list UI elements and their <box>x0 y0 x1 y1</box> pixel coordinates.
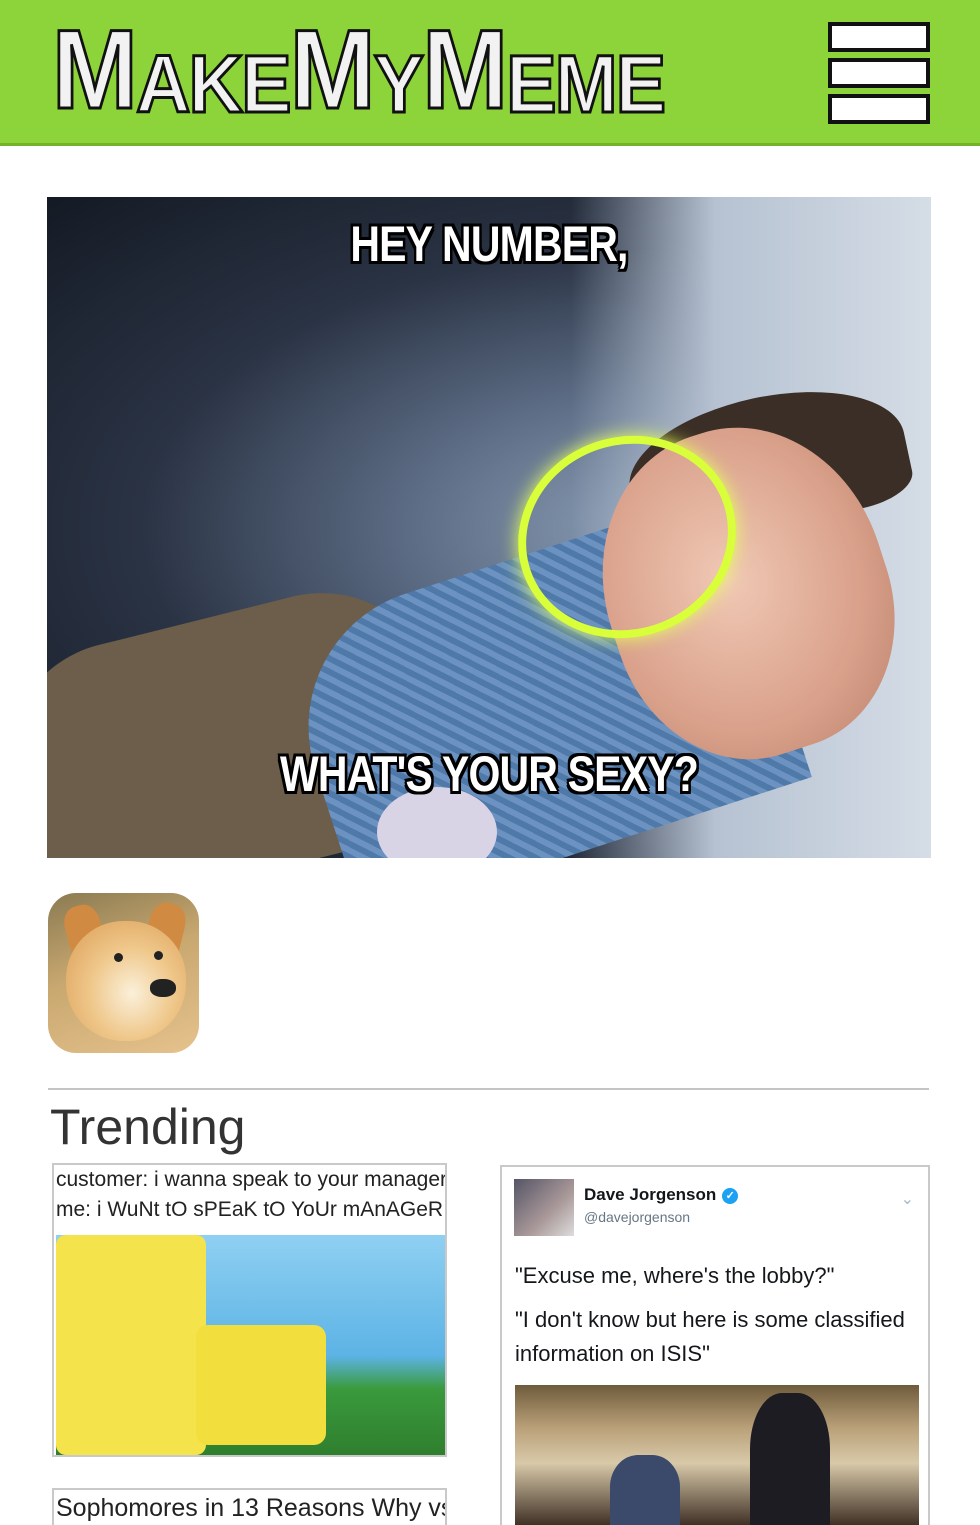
trending-heading: Trending <box>50 1099 246 1155</box>
site-logo[interactable]: M AKE M Y M EME <box>51 12 668 130</box>
logo-letters: EME <box>505 39 668 130</box>
trending-caption-line: customer: i wanna speak to your manager <box>56 1168 447 1191</box>
hamburger-bar <box>828 22 930 52</box>
trending-item[interactable]: customer: i wanna speak to your manager … <box>52 1163 447 1457</box>
chevron-down-icon: ⌄ <box>900 1191 914 1208</box>
logo-letter: M <box>51 7 140 132</box>
site-header: M AKE M Y M EME <box>0 0 980 146</box>
spongebob-figure <box>196 1325 326 1445</box>
meme-top-text: HEY NUMBER, <box>350 216 628 272</box>
verified-check-icon: ✓ <box>722 1188 739 1204</box>
tweet-text-line: "I don't know but here is some classifie… <box>515 1307 905 1366</box>
lobby-figure <box>750 1393 830 1525</box>
meme-image[interactable]: HEY NUMBER, WHAT'S YOUR SEXY? <box>47 197 931 858</box>
meme-bottom-text: WHAT'S YOUR SEXY? <box>279 746 699 802</box>
trending-caption-line: me: i WuNt tO sPEaK tO YoUr mAnAGeR <box>56 1198 444 1221</box>
trending-caption-line: Sophomores in 13 Reasons Why vs. <box>56 1494 447 1522</box>
hotel-lobby-image <box>515 1385 919 1525</box>
logo-letters: AKE <box>135 39 293 130</box>
trending-item[interactable]: Dave Jorgenson ✓ @davejorgenson ⌄ "Excuse… <box>500 1165 930 1525</box>
logo-letter: M <box>421 7 510 132</box>
tweet-text-line: "Excuse me, where's the lobby?" <box>515 1263 835 1288</box>
tweet-body: "Excuse me, where's the lobby?" "I don't… <box>515 1259 925 1371</box>
doge-eye <box>114 953 123 962</box>
lobby-figure <box>610 1455 680 1525</box>
logo-letters: Y <box>372 39 425 130</box>
tweet-author: Dave Jorgenson ✓ <box>584 1185 739 1205</box>
doge-eye <box>154 951 163 960</box>
tweet-author-name: Dave Jorgenson <box>584 1185 717 1204</box>
spongebob-figure <box>56 1235 206 1455</box>
mocking-spongebob-image <box>56 1235 445 1455</box>
tweet-avatar <box>514 1179 574 1236</box>
hamburger-bar <box>828 58 930 88</box>
tweet-header: Dave Jorgenson ✓ @davejorgenson ⌄ <box>514 1179 914 1239</box>
trending-item[interactable]: Sophomores in 13 Reasons Why vs. <box>52 1488 447 1525</box>
section-divider <box>48 1088 929 1090</box>
tweet-handle: @davejorgenson <box>584 1209 691 1225</box>
hamburger-menu-button[interactable] <box>828 22 930 124</box>
hamburger-bar <box>828 94 930 124</box>
logo-letter: M <box>288 7 377 132</box>
doge-avatar-icon[interactable] <box>48 893 199 1053</box>
doge-nose <box>150 979 176 997</box>
